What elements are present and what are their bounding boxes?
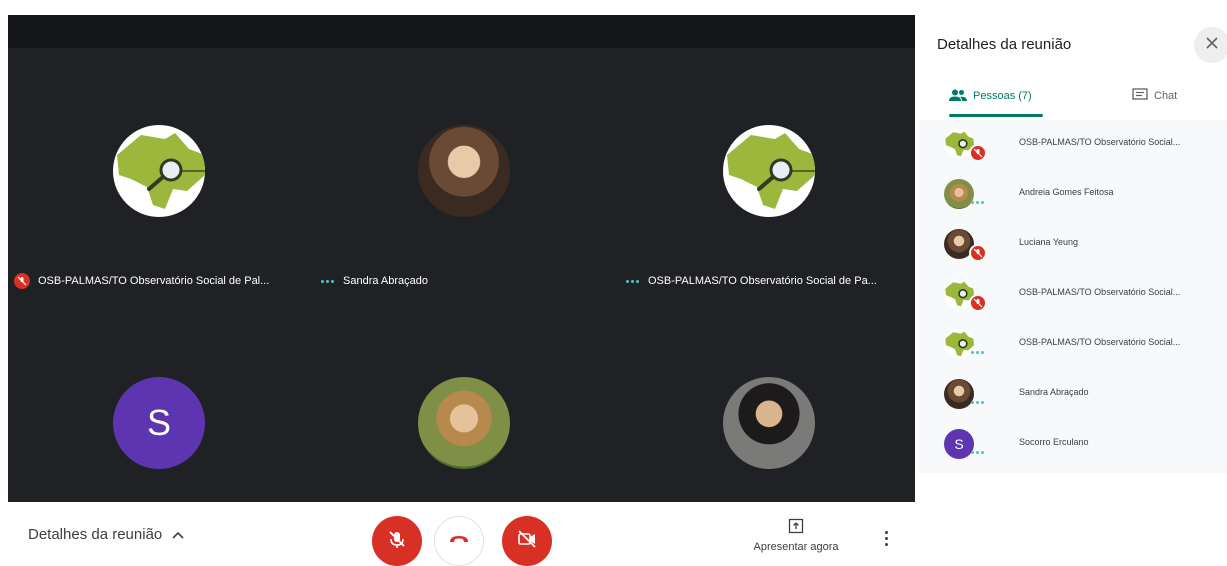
participant-tile[interactable]: Sandra Abraçado bbox=[313, 48, 615, 287]
camera-off-icon bbox=[517, 529, 537, 554]
panel-title: Detalhes da reunião bbox=[937, 36, 1072, 53]
participant-name: OSB-PALMAS/TO Observatório Social de Pa.… bbox=[648, 275, 877, 287]
participant-photo-avatar bbox=[418, 377, 510, 469]
video-stage: OSB-PALMAS/TO Observatório Social de Pal… bbox=[8, 15, 915, 502]
participant-tile[interactable] bbox=[313, 377, 615, 502]
mic-off-icon bbox=[969, 144, 987, 162]
list-item[interactable]: S Socorro Erculano bbox=[919, 420, 1227, 470]
tab-people[interactable]: Pessoas (7) bbox=[949, 86, 1032, 106]
mic-off-icon bbox=[14, 273, 30, 289]
participant-tile[interactable]: OSB-PALMAS/TO Observatório Social de Pal… bbox=[8, 48, 310, 289]
meeting-details-toggle[interactable]: Detalhes da reunião bbox=[28, 526, 184, 543]
participant-tile[interactable]: S bbox=[8, 377, 310, 502]
participant-name: Sandra Abraçado bbox=[343, 275, 429, 287]
list-item[interactable]: Luciana Yeung bbox=[919, 220, 1227, 270]
participant-name-row: Sandra Abraçado bbox=[319, 271, 428, 291]
list-item[interactable]: Andreia Gomes Feitosa bbox=[919, 170, 1227, 220]
person-name: Socorro Erculano bbox=[1019, 437, 1089, 447]
participant-tile[interactable] bbox=[618, 377, 920, 502]
present-screen-icon bbox=[788, 518, 804, 537]
microphone-toggle-button[interactable] bbox=[372, 516, 422, 566]
people-icon bbox=[949, 89, 967, 104]
list-item[interactable]: OSB-PALMAS/TO Observatório Social... bbox=[919, 270, 1227, 320]
participant-tile[interactable]: OSB-PALMAS/TO Observatório Social de Pa.… bbox=[618, 48, 920, 287]
list-item[interactable]: OSB-PALMAS/TO Observatório Social... bbox=[919, 320, 1227, 370]
stage-top-bar bbox=[8, 15, 915, 48]
leave-call-button[interactable] bbox=[434, 516, 484, 566]
chevron-up-icon bbox=[172, 526, 184, 543]
audio-level-icon bbox=[969, 394, 985, 410]
tab-chat-label: Chat bbox=[1154, 90, 1178, 102]
list-item[interactable]: Sandra Abraçado bbox=[919, 370, 1227, 420]
close-icon bbox=[1206, 36, 1218, 54]
list-item[interactable]: OSB-PALMAS/TO Observatório Social... bbox=[919, 120, 1227, 170]
tab-people-label: Pessoas (7) bbox=[973, 90, 1032, 102]
person-name: OSB-PALMAS/TO Observatório Social... bbox=[1019, 337, 1181, 347]
person-name: OSB-PALMAS/TO Observatório Social... bbox=[1019, 137, 1181, 147]
person-name: OSB-PALMAS/TO Observatório Social... bbox=[1019, 287, 1181, 297]
mic-off-icon bbox=[969, 244, 987, 262]
audio-level-icon bbox=[969, 444, 985, 460]
map-logo-avatar bbox=[723, 125, 815, 217]
hang-up-icon bbox=[448, 532, 470, 550]
audio-level-icon bbox=[969, 194, 985, 210]
mic-off-icon bbox=[969, 294, 987, 312]
meeting-details-label: Detalhes da reunião bbox=[28, 526, 163, 543]
call-controls-bar: Detalhes da reunião Apresentar agora bbox=[8, 502, 915, 566]
person-name: Luciana Yeung bbox=[1019, 237, 1079, 247]
mic-off-icon bbox=[387, 529, 407, 554]
present-now-button[interactable]: Apresentar agora bbox=[736, 518, 856, 553]
letter-avatar: S bbox=[113, 377, 205, 469]
active-tab-indicator bbox=[949, 114, 1043, 117]
present-now-label: Apresentar agora bbox=[753, 541, 839, 553]
camera-toggle-button[interactable] bbox=[502, 516, 552, 566]
person-name: Andreia Gomes Feitosa bbox=[1019, 187, 1114, 197]
participant-photo-avatar bbox=[418, 125, 510, 217]
audio-level-icon bbox=[969, 344, 985, 360]
tab-chat[interactable]: Chat bbox=[1132, 86, 1177, 106]
person-name: Sandra Abraçado bbox=[1019, 387, 1089, 397]
meeting-details-panel: Detalhes da reunião Pessoas (7) Chat OSB… bbox=[919, 0, 1227, 566]
map-logo-avatar bbox=[113, 125, 205, 217]
audio-level-icon bbox=[319, 273, 335, 289]
meet-window: OSB-PALMAS/TO Observatório Social de Pal… bbox=[0, 0, 1227, 566]
audio-level-icon bbox=[624, 273, 640, 289]
participant-grid: OSB-PALMAS/TO Observatório Social de Pal… bbox=[8, 48, 915, 502]
more-options-button[interactable] bbox=[876, 528, 896, 548]
close-panel-button[interactable] bbox=[1194, 27, 1227, 63]
participant-photo-avatar bbox=[723, 377, 815, 469]
chat-icon bbox=[1132, 87, 1148, 105]
people-list: OSB-PALMAS/TO Observatório Social... And… bbox=[919, 120, 1227, 473]
participant-name-row: OSB-PALMAS/TO Observatório Social de Pa.… bbox=[624, 271, 877, 291]
participant-name: OSB-PALMAS/TO Observatório Social de Pal… bbox=[38, 275, 270, 287]
participant-name-row: OSB-PALMAS/TO Observatório Social de Pal… bbox=[14, 271, 269, 291]
